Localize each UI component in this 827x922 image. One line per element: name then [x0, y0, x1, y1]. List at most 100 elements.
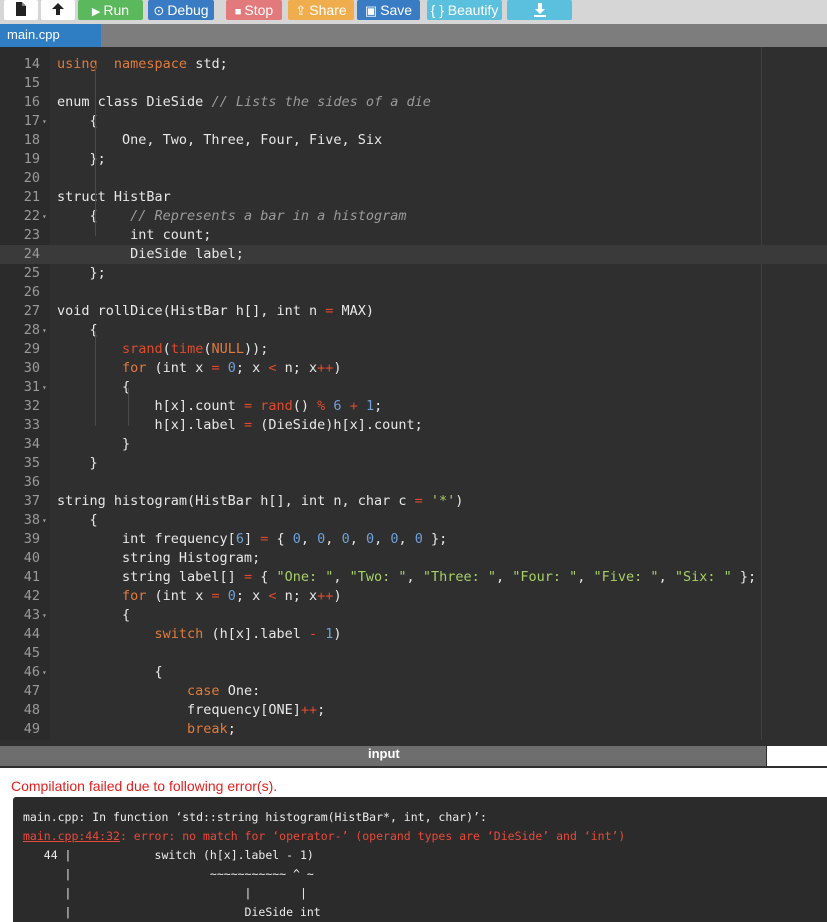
code-line[interactable]: 28 ▾ { [0, 321, 827, 340]
code-line[interactable]: 23 int count; [0, 226, 827, 245]
fold-toggle-icon[interactable]: ▾ [42, 321, 47, 340]
code-text: for (int x = 0; x < n; x++) [57, 359, 342, 378]
code-token: 0 [390, 531, 399, 547]
code-token: (h[x].label [203, 626, 309, 642]
code-text: }; [57, 264, 106, 283]
code-text: void rollDice(HistBar h[], int n = MAX) [57, 302, 374, 321]
code-token: break [187, 721, 228, 737]
code-token: h[x].count [57, 398, 244, 414]
code-token: }; [57, 265, 106, 281]
run-button[interactable]: ▶ Run [78, 0, 143, 20]
code-token: "Five: " [593, 569, 659, 585]
line-number: 22 [23, 208, 40, 224]
code-line[interactable]: 36 [0, 473, 827, 492]
download-button[interactable] [507, 0, 572, 20]
code-token: , [325, 531, 342, 547]
code-line[interactable]: 27 void rollDice(HistBar h[], int n = MAX… [0, 302, 827, 321]
code-text: int count; [57, 226, 211, 245]
code-line[interactable]: 44 switch (h[x].label - 1) [0, 625, 827, 644]
code-line[interactable]: 21 struct HistBar [0, 188, 827, 207]
error-location-link[interactable]: main.cpp:44:32 [23, 829, 120, 843]
share-button[interactable]: ⇪ Share [288, 0, 354, 20]
code-line[interactable]: 35 } [0, 454, 827, 473]
code-line[interactable]: 18 One, Two, Three, Four, Five, Six [0, 131, 827, 150]
code-token: namespace [113, 56, 188, 72]
upload-button[interactable] [41, 0, 75, 20]
fold-toggle-icon[interactable]: ▾ [42, 663, 47, 682]
fold-toggle-icon[interactable]: ▾ [42, 378, 47, 397]
input-area[interactable] [767, 746, 827, 766]
stop-button[interactable]: ■ Stop [226, 0, 282, 20]
fold-toggle-icon[interactable]: ▾ [42, 112, 47, 131]
new-file-button[interactable] [4, 0, 38, 20]
code-line[interactable]: 17 ▾ { [0, 112, 827, 131]
code-line[interactable]: 45 [0, 644, 827, 663]
code-editor[interactable]: 14 using namespace std; 15 16 enum class Die… [0, 47, 827, 740]
code-line[interactable]: 20 [0, 169, 827, 188]
code-line[interactable]: 29 srand(time(NULL)); [0, 340, 827, 359]
fold-toggle-icon[interactable]: ▾ [42, 606, 47, 625]
code-line[interactable]: 15 [0, 74, 827, 93]
line-number: 46 [23, 664, 40, 680]
code-text: { [57, 378, 130, 397]
code-token: ; x [235, 588, 269, 604]
code-line[interactable]: 32 h[x].count = rand() % 6 + 1; [0, 397, 827, 416]
line-number: 40 [23, 550, 40, 566]
code-line[interactable]: 14 using namespace std; [0, 55, 827, 74]
code-token: 6 [235, 531, 244, 547]
code-token: < [268, 360, 277, 376]
code-text: break; [57, 720, 236, 739]
code-line[interactable]: 39 int frequency[6] = { 0, 0, 0, 0, 0, 0… [0, 530, 827, 549]
code-token: srand [122, 341, 163, 357]
code-text: switch (h[x].label - 1) [57, 625, 342, 644]
code-line[interactable]: 43 ▾ { [0, 606, 827, 625]
code-line[interactable]: 47 case One: [0, 682, 827, 701]
beautify-button[interactable]: { } Beautify [427, 0, 502, 20]
output-line-function: main.cpp: In function ‘std::string histo… [23, 810, 487, 824]
code-line[interactable]: 22 ▾ { // Represents a bar in a histogram [0, 207, 827, 226]
compilation-error-title: Compilation failed due to following erro… [11, 778, 278, 794]
code-line[interactable]: 40 string Histogram; [0, 549, 827, 568]
code-line[interactable]: 42 for (int x = 0; x < n; x++) [0, 587, 827, 606]
code-token: 0 [341, 531, 350, 547]
code-line[interactable]: 41 string label[] = { "One: ", "Two: ", … [0, 568, 827, 587]
code-text: frequency[ONE]++; [57, 701, 325, 720]
code-token: , [349, 531, 366, 547]
code-line[interactable]: 46 ▾ { [0, 663, 827, 682]
code-token: }; [57, 151, 106, 167]
code-text: for (int x = 0; x < n; x++) [57, 587, 342, 606]
file-icon [16, 2, 26, 16]
code-line[interactable]: 48 frequency[ONE]++; [0, 701, 827, 720]
code-line[interactable]: 33 h[x].label = (DieSide)h[x].count; [0, 416, 827, 435]
code-text: string label[] = { "One: ", "Two: ", "Th… [57, 568, 756, 587]
line-number: 38 [23, 512, 40, 528]
tab-main-cpp[interactable]: main.cpp [0, 24, 101, 47]
code-line[interactable]: 19 }; [0, 150, 827, 169]
code-token: 0 [219, 360, 236, 376]
code-token: ( [162, 341, 171, 357]
fold-toggle-icon[interactable]: ▾ [42, 207, 47, 226]
code-line[interactable]: 24 DieSide label; [0, 245, 827, 264]
code-line[interactable]: 16 enum class DieSide // Lists the sides … [0, 93, 827, 112]
code-line[interactable]: 26 [0, 283, 827, 302]
code-line[interactable]: 31 ▾ { [0, 378, 827, 397]
code-line[interactable]: 30 for (int x = 0; x < n; x++) [0, 359, 827, 378]
code-line[interactable]: 37 string histogram(HistBar h[], int n, c… [0, 492, 827, 511]
line-number: 17 [23, 113, 40, 129]
code-line[interactable]: 34 } [0, 435, 827, 454]
code-text: string histogram(HistBar h[], int n, cha… [57, 492, 463, 511]
code-line[interactable]: 38 ▾ { [0, 511, 827, 530]
code-token: { [57, 113, 98, 129]
debug-button[interactable]: ⊙ Debug [148, 0, 214, 20]
fold-toggle-icon[interactable]: ▾ [42, 511, 47, 530]
code-line[interactable]: 25 }; [0, 264, 827, 283]
save-button[interactable]: ▣ Save [357, 0, 420, 20]
code-line[interactable]: 49 break; [0, 720, 827, 739]
code-token: n; x [276, 360, 318, 376]
code-token: ) [333, 360, 342, 376]
code-token: } [57, 455, 98, 471]
panel-splitter[interactable]: input [0, 740, 827, 768]
